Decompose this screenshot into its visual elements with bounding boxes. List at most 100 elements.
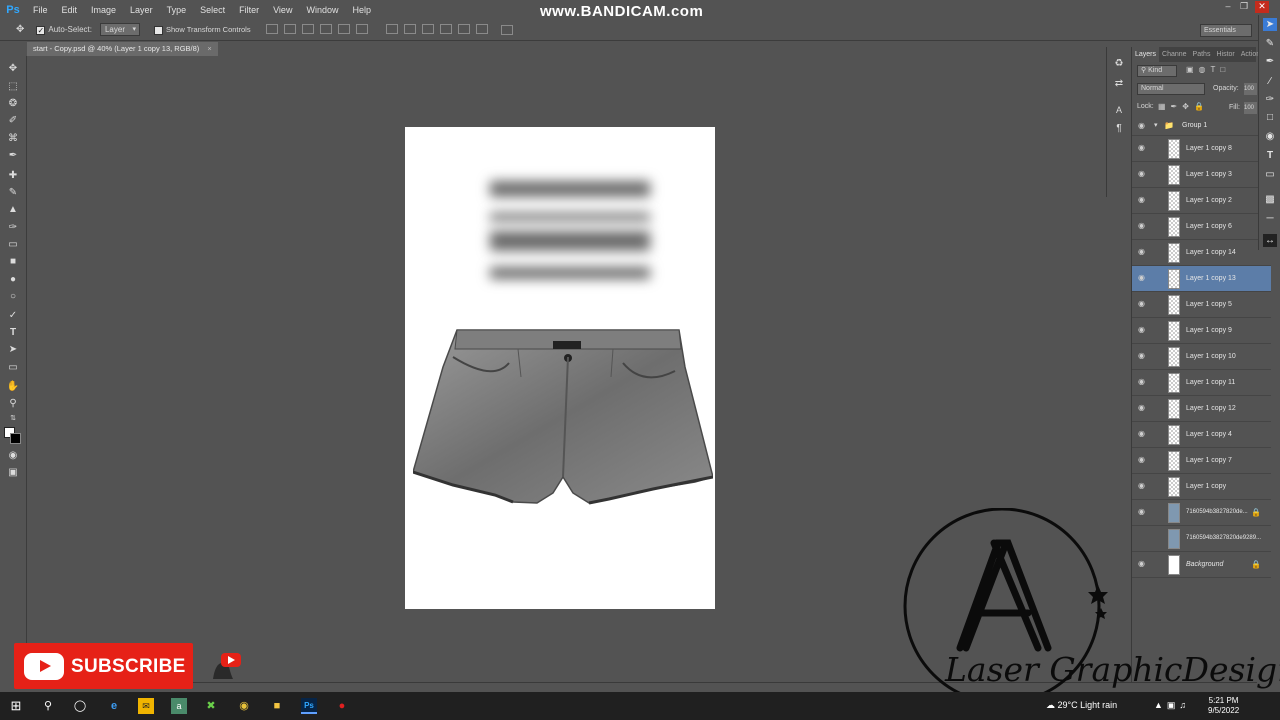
windows-start-icon[interactable]: ⊞ (8, 698, 24, 714)
lasso-tool-icon[interactable]: ❂ (6, 97, 20, 110)
system-tray-icons[interactable]: ▲▣♫ (1154, 700, 1190, 711)
weather-widget[interactable]: ☁ 29°C Light rain (1046, 700, 1117, 711)
visibility-eye-icon[interactable]: ◉ (1138, 430, 1148, 438)
photoshop-taskbar-icon[interactable]: Ps (301, 698, 317, 714)
chrome-icon[interactable]: ◉ (236, 698, 252, 714)
tab-close-icon[interactable]: × (207, 44, 211, 53)
pen-icon[interactable]: ✒ (1263, 55, 1277, 68)
visibility-eye-icon[interactable]: ◉ (1138, 482, 1148, 490)
mail-app-icon[interactable]: ✉ (138, 698, 154, 714)
distribute-top-icon[interactable] (385, 23, 398, 34)
crop-tool-icon[interactable]: ⌘ (6, 132, 20, 145)
visibility-eye-icon[interactable]: ◉ (1138, 300, 1148, 308)
layer-row[interactable]: ◉ Layer 1 copy 7 (1132, 448, 1271, 474)
menu-edit[interactable]: Edit (55, 5, 85, 15)
rectangle-icon[interactable]: □ (1263, 111, 1277, 124)
layer-row[interactable]: ◉ Layer 1 copy 13 (1132, 266, 1271, 292)
visibility-eye-icon[interactable]: ◉ (1138, 122, 1148, 130)
history-panel-icon[interactable]: ♻ (1112, 57, 1126, 70)
quick-select-tool-icon[interactable]: ✐ (6, 114, 20, 127)
distribute-hcenter-icon[interactable] (457, 23, 470, 34)
brush-tool-icon[interactable]: ✎ (6, 186, 20, 199)
tab-channels[interactable]: Channe (1159, 51, 1190, 58)
search-icon[interactable]: ⚲ (40, 698, 56, 714)
select-arrow-icon[interactable]: ➤ (1263, 18, 1277, 31)
visibility-eye-icon[interactable]: ◉ (1138, 326, 1148, 334)
move-tool-icon[interactable]: ✥ (16, 24, 24, 35)
file-explorer-icon[interactable]: ■ (269, 698, 285, 714)
restore-icon[interactable]: ❐ (1237, 1, 1251, 13)
visibility-eye-icon[interactable]: ◉ (1138, 144, 1148, 152)
tab-paths[interactable]: Paths (1190, 51, 1214, 58)
distribute-left-icon[interactable] (439, 23, 452, 34)
adjust-panel-icon[interactable]: ⇄ (1112, 77, 1126, 90)
eraser-tool-icon[interactable]: ▭ (6, 238, 20, 251)
text-icon[interactable]: T (1263, 149, 1277, 162)
clone-stamp-icon[interactable]: ▲ (6, 203, 20, 216)
pen-tool-icon[interactable]: ✓ (6, 309, 20, 322)
background-color-swatch[interactable] (10, 433, 21, 444)
move-arrows-icon[interactable]: ↔ (1263, 234, 1277, 247)
menu-help[interactable]: Help (345, 5, 378, 15)
workspace-dropdown[interactable]: Essentials (1200, 24, 1252, 37)
auto-select-dropdown[interactable]: Layer (99, 23, 140, 36)
bandicam-record-icon[interactable]: ● (334, 698, 350, 714)
auto-select-checkbox[interactable]: ✓ (36, 24, 48, 35)
align-top-icon[interactable] (265, 23, 278, 34)
layer-row[interactable]: ◉ Layer 1 copy 12 (1132, 396, 1271, 422)
gradient-tool-icon[interactable]: ■ (6, 255, 20, 268)
swap-colors-icon[interactable]: ⇅ (6, 412, 20, 425)
layer-filter-dropdown[interactable]: ⚲ Kind (1137, 65, 1177, 77)
checker-icon[interactable]: ▩ (1263, 193, 1277, 206)
tab-layers[interactable]: Layers (1132, 47, 1160, 62)
layer-row[interactable]: ◉ Layer 1 copy 5 (1132, 292, 1271, 318)
eraser-icon[interactable]: ▭ (1263, 168, 1277, 181)
visibility-eye-icon[interactable]: ◉ (1138, 222, 1148, 230)
distribute-bottom-icon[interactable] (421, 23, 434, 34)
document-canvas[interactable] (405, 127, 715, 609)
lock-icons[interactable]: ▦✒✥🔒 (1158, 102, 1209, 111)
visibility-eye-icon[interactable]: ◉ (1138, 352, 1148, 360)
blend-mode-dropdown[interactable]: Normal (1137, 83, 1205, 95)
character-panel-icon[interactable]: A (1112, 104, 1126, 117)
zoom-tool-icon[interactable]: ⚲ (6, 397, 20, 410)
minimize-icon[interactable]: – (1221, 1, 1235, 13)
notification-bell-icon[interactable] (207, 651, 243, 685)
tab-history[interactable]: Histor (1213, 51, 1237, 58)
edge-browser-icon[interactable]: e (106, 698, 122, 714)
clock[interactable]: 5:21 PM 9/5/2022 (1208, 696, 1239, 716)
task-view-icon[interactable]: ◯ (72, 698, 88, 714)
menu-select[interactable]: Select (193, 5, 232, 15)
quick-mask-icon[interactable]: ◉ (6, 449, 20, 462)
menu-view[interactable]: View (266, 5, 299, 15)
menu-image[interactable]: Image (84, 5, 123, 15)
fill-input[interactable]: 100 (1244, 102, 1257, 114)
subscribe-button[interactable]: SUBSCRIBE (14, 643, 193, 689)
align-vcenter-icon[interactable] (283, 23, 296, 34)
layer-row[interactable]: ◉ Layer 1 copy 3 (1132, 162, 1271, 188)
layer-group-row[interactable]: ◉ ▾ 📁 Group 1 (1132, 116, 1271, 136)
layer-row[interactable]: ◉ Layer 1 copy 8 (1132, 136, 1271, 162)
layer-row[interactable]: ◉ Layer 1 copy (1132, 474, 1271, 500)
document-tab[interactable]: start - Copy.psd @ 40% (Layer 1 copy 13,… (27, 42, 218, 56)
screen-mode-icon[interactable]: ▣ (6, 466, 20, 479)
visibility-eye-icon[interactable]: ◉ (1138, 274, 1148, 282)
app-icon[interactable]: a (171, 698, 187, 714)
group-expand-icon[interactable]: ▾ (1154, 121, 1158, 129)
line-weight-icon[interactable]: ─ (1263, 212, 1277, 225)
menu-layer[interactable]: Layer (123, 5, 160, 15)
blur-tool-icon[interactable]: ● (6, 273, 20, 286)
rectangle-tool-icon[interactable]: ▭ (6, 361, 20, 374)
visibility-eye-icon[interactable]: ◉ (1138, 248, 1148, 256)
close-icon[interactable]: ✕ (1255, 1, 1269, 13)
visibility-eye-icon[interactable]: ◉ (1138, 170, 1148, 178)
move-tool-icon[interactable]: ✥ (6, 62, 20, 75)
align-right-icon[interactable] (355, 23, 368, 34)
distribute-vcenter-icon[interactable] (403, 23, 416, 34)
align-left-icon[interactable] (319, 23, 332, 34)
align-bottom-icon[interactable] (301, 23, 314, 34)
visibility-eye-icon[interactable]: ◉ (1138, 196, 1148, 204)
layer-row[interactable]: ◉ Layer 1 copy 6 (1132, 214, 1271, 240)
align-hcenter-icon[interactable] (337, 23, 350, 34)
brush-icon[interactable]: ✑ (1263, 93, 1277, 106)
